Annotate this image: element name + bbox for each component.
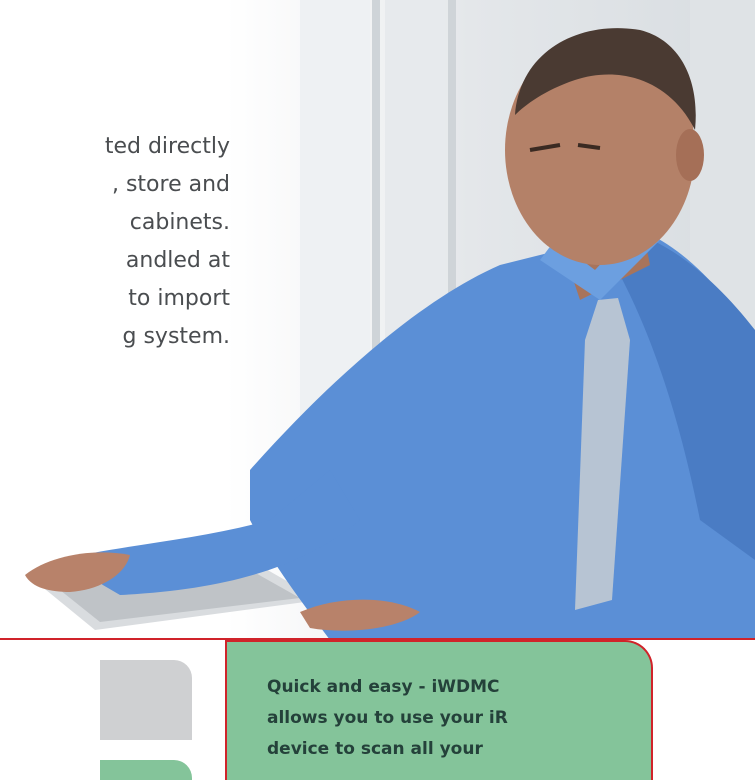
callout-text: Quick and easy - iWDMC allows you to use… [267,672,651,765]
body-line: ted directly [104,134,230,159]
body-line: , store and [111,172,230,197]
gray-tab-decoration [100,660,192,740]
body-line: andled at [125,248,230,273]
body-line: g system. [122,324,231,349]
callout-line: Quick and easy - iWDMC [267,677,500,697]
body-copy: ted directly , store and cabinets. andle… [0,128,230,356]
green-tab-decoration [100,760,192,780]
ear [676,129,704,181]
callout-box: Quick and easy - iWDMC allows you to use… [225,640,653,780]
body-line: to import [128,286,230,311]
callout-line: device to scan all your [267,739,483,759]
callout-line: allows you to use your iR [267,708,508,728]
body-line: cabinets. [129,210,230,235]
